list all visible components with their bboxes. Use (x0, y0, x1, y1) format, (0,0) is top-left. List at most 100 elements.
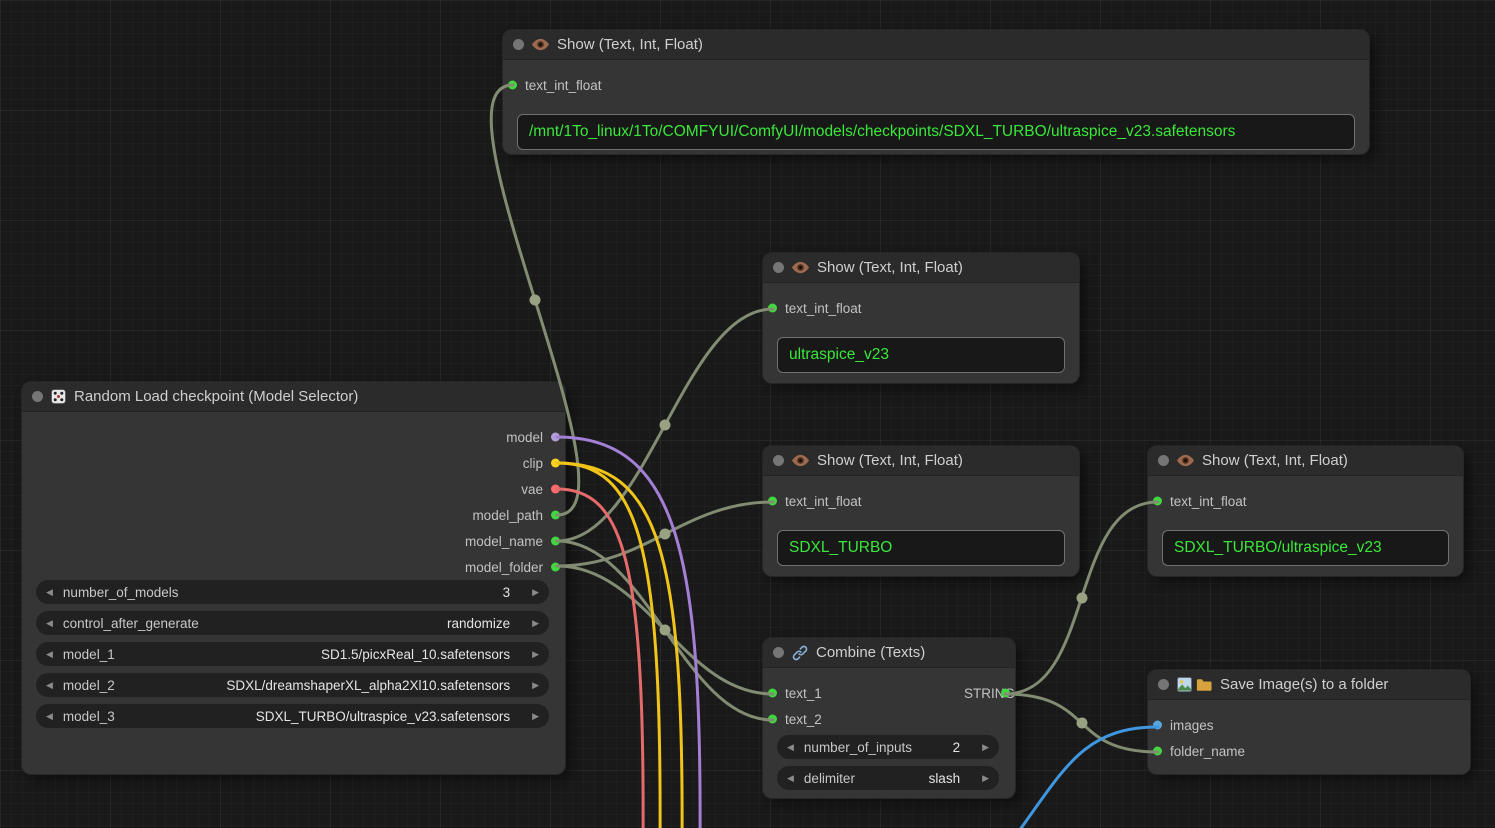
input-slot-label: text_int_float (1170, 494, 1247, 509)
node-save-images-to-folder[interactable]: Save Image(s) to a folder images folder_… (1148, 670, 1470, 774)
output-slot-label: vae (521, 482, 543, 497)
increment-arrow-icon[interactable]: ▶ (532, 681, 539, 690)
link-midpoint-dot[interactable] (1077, 593, 1088, 604)
widget-number-of-inputs[interactable]: ◀ number_of_inputs 2 ▶ (777, 735, 999, 759)
text-display-widget[interactable]: SDXL_TURBO/ultraspice_v23 (1162, 530, 1449, 566)
eye-icon (1177, 454, 1194, 467)
eye-icon (532, 38, 549, 51)
collapse-dot[interactable] (773, 262, 784, 273)
widget-number-of-models[interactable]: ◀ number_of_models 3 ▶ (36, 580, 549, 604)
widget-delimiter[interactable]: ◀ delimiter slash ▶ (777, 766, 999, 790)
link-midpoint-dot[interactable] (660, 625, 671, 636)
decrement-arrow-icon[interactable]: ◀ (46, 681, 53, 690)
output-dot-vae[interactable] (551, 485, 560, 494)
input-dot-string[interactable] (768, 689, 777, 698)
increment-arrow-icon[interactable]: ▶ (532, 712, 539, 721)
link-midpoint-dot[interactable] (660, 420, 671, 431)
collapse-dot[interactable] (773, 647, 784, 658)
input-slot-images: images (1148, 712, 1470, 738)
link-midpoint-dot[interactable] (1077, 718, 1088, 729)
widget-value: slash (929, 771, 961, 786)
input-slot-label: folder_name (1170, 744, 1245, 759)
collapse-dot[interactable] (773, 455, 784, 466)
input-slot-text-int-float: text_int_float (1148, 488, 1463, 514)
node-header[interactable]: Random Load checkpoint (Model Selector) (22, 382, 565, 412)
widget-value: SDXL/dreamshaperXL_alpha2Xl10.safetensor… (226, 678, 510, 693)
eye-icon (792, 454, 809, 467)
folder-icon (1196, 678, 1212, 692)
widget-label: model_3 (63, 709, 115, 724)
output-dot-model-folder[interactable] (551, 563, 560, 572)
widget-value: 3 (503, 585, 511, 600)
input-slot-folder-name: folder_name (1148, 738, 1470, 764)
node-canvas[interactable]: Show (Text, Int, Float) text_int_float /… (0, 0, 1495, 828)
node-header[interactable]: Save Image(s) to a folder (1148, 670, 1470, 700)
text-display-widget[interactable]: ultraspice_v23 (777, 337, 1065, 373)
input-slot-label: text_int_float (785, 494, 862, 509)
node-header[interactable]: Show (Text, Int, Float) (503, 30, 1369, 60)
text-display-widget[interactable]: /mnt/1To_linux/1To/COMFYUI/ComfyUI/model… (517, 114, 1355, 150)
output-slot-label: model_folder (465, 560, 543, 575)
input-dot-string[interactable] (768, 497, 777, 506)
output-slot-model-path: model_path (22, 502, 565, 528)
node-header[interactable]: Combine (Texts) (763, 638, 1015, 668)
widget-control-after-generate[interactable]: ◀ control_after_generate randomize ▶ (36, 611, 549, 635)
increment-arrow-icon[interactable]: ▶ (532, 650, 539, 659)
increment-arrow-icon[interactable]: ▶ (532, 619, 539, 628)
increment-arrow-icon[interactable]: ▶ (982, 743, 989, 752)
decrement-arrow-icon[interactable]: ◀ (787, 774, 794, 783)
output-slot-model: model (22, 424, 565, 450)
output-dot-string[interactable] (1001, 689, 1010, 698)
node-show-text-int-float-path[interactable]: Show (Text, Int, Float) text_int_float /… (503, 30, 1369, 154)
input-slot-text-1: text_1 STRING (763, 680, 1015, 706)
widget-model-1[interactable]: ◀ model_1 SD1.5/picxReal_10.safetensors … (36, 642, 549, 666)
decrement-arrow-icon[interactable]: ◀ (46, 712, 53, 721)
output-slot-label: model (506, 430, 543, 445)
widget-label: number_of_inputs (804, 740, 912, 755)
input-slot-label: text_1 (785, 686, 822, 701)
collapse-dot[interactable] (1158, 679, 1169, 690)
output-dot-model[interactable] (551, 433, 560, 442)
node-random-load-checkpoint[interactable]: Random Load checkpoint (Model Selector) … (22, 382, 565, 774)
input-dot-string[interactable] (1153, 497, 1162, 506)
node-show-text-int-float-name[interactable]: Show (Text, Int, Float) text_int_float u… (763, 253, 1079, 383)
collapse-dot[interactable] (513, 39, 524, 50)
input-dot-image[interactable] (1153, 721, 1162, 730)
input-dot-string[interactable] (768, 304, 777, 313)
input-dot-string[interactable] (768, 715, 777, 724)
input-dot-string[interactable] (508, 81, 517, 90)
output-dot-clip[interactable] (551, 459, 560, 468)
increment-arrow-icon[interactable]: ▶ (532, 588, 539, 597)
node-combine-texts[interactable]: Combine (Texts) text_1 STRING text_2 ◀ n… (763, 638, 1015, 798)
text-display-widget[interactable]: SDXL_TURBO (777, 530, 1065, 566)
node-title: Save Image(s) to a folder (1220, 676, 1388, 693)
node-show-text-int-float-folder[interactable]: Show (Text, Int, Float) text_int_float S… (763, 446, 1079, 576)
node-title: Combine (Texts) (816, 644, 925, 661)
node-show-text-int-float-combined[interactable]: Show (Text, Int, Float) text_int_float S… (1148, 446, 1463, 576)
node-header[interactable]: Show (Text, Int, Float) (763, 253, 1079, 283)
output-dot-model-path[interactable] (551, 511, 560, 520)
link-clip-offscreen-1 (557, 463, 660, 828)
widget-value: randomize (447, 616, 510, 631)
widget-label: control_after_generate (63, 616, 199, 631)
link-vae-offscreen (557, 489, 643, 828)
node-header[interactable]: Show (Text, Int, Float) (763, 446, 1079, 476)
collapse-dot[interactable] (1158, 455, 1169, 466)
widget-label: delimiter (804, 771, 855, 786)
image-icon (1177, 677, 1192, 692)
node-header[interactable]: Show (Text, Int, Float) (1148, 446, 1463, 476)
decrement-arrow-icon[interactable]: ◀ (46, 650, 53, 659)
input-dot-string[interactable] (1153, 747, 1162, 756)
decrement-arrow-icon[interactable]: ◀ (46, 588, 53, 597)
widget-model-3[interactable]: ◀ model_3 SDXL_TURBO/ultraspice_v23.safe… (36, 704, 549, 728)
link-midpoint-dot[interactable] (530, 295, 541, 306)
decrement-arrow-icon[interactable]: ◀ (46, 619, 53, 628)
widget-model-2[interactable]: ◀ model_2 SDXL/dreamshaperXL_alpha2Xl10.… (36, 673, 549, 697)
link-midpoint-dot[interactable] (660, 529, 671, 540)
decrement-arrow-icon[interactable]: ◀ (787, 743, 794, 752)
link-string-to-save-folder-name (1005, 694, 1158, 752)
output-dot-model-name[interactable] (551, 537, 560, 546)
collapse-dot[interactable] (32, 391, 43, 402)
input-slot-label: images (1170, 718, 1214, 733)
increment-arrow-icon[interactable]: ▶ (982, 774, 989, 783)
